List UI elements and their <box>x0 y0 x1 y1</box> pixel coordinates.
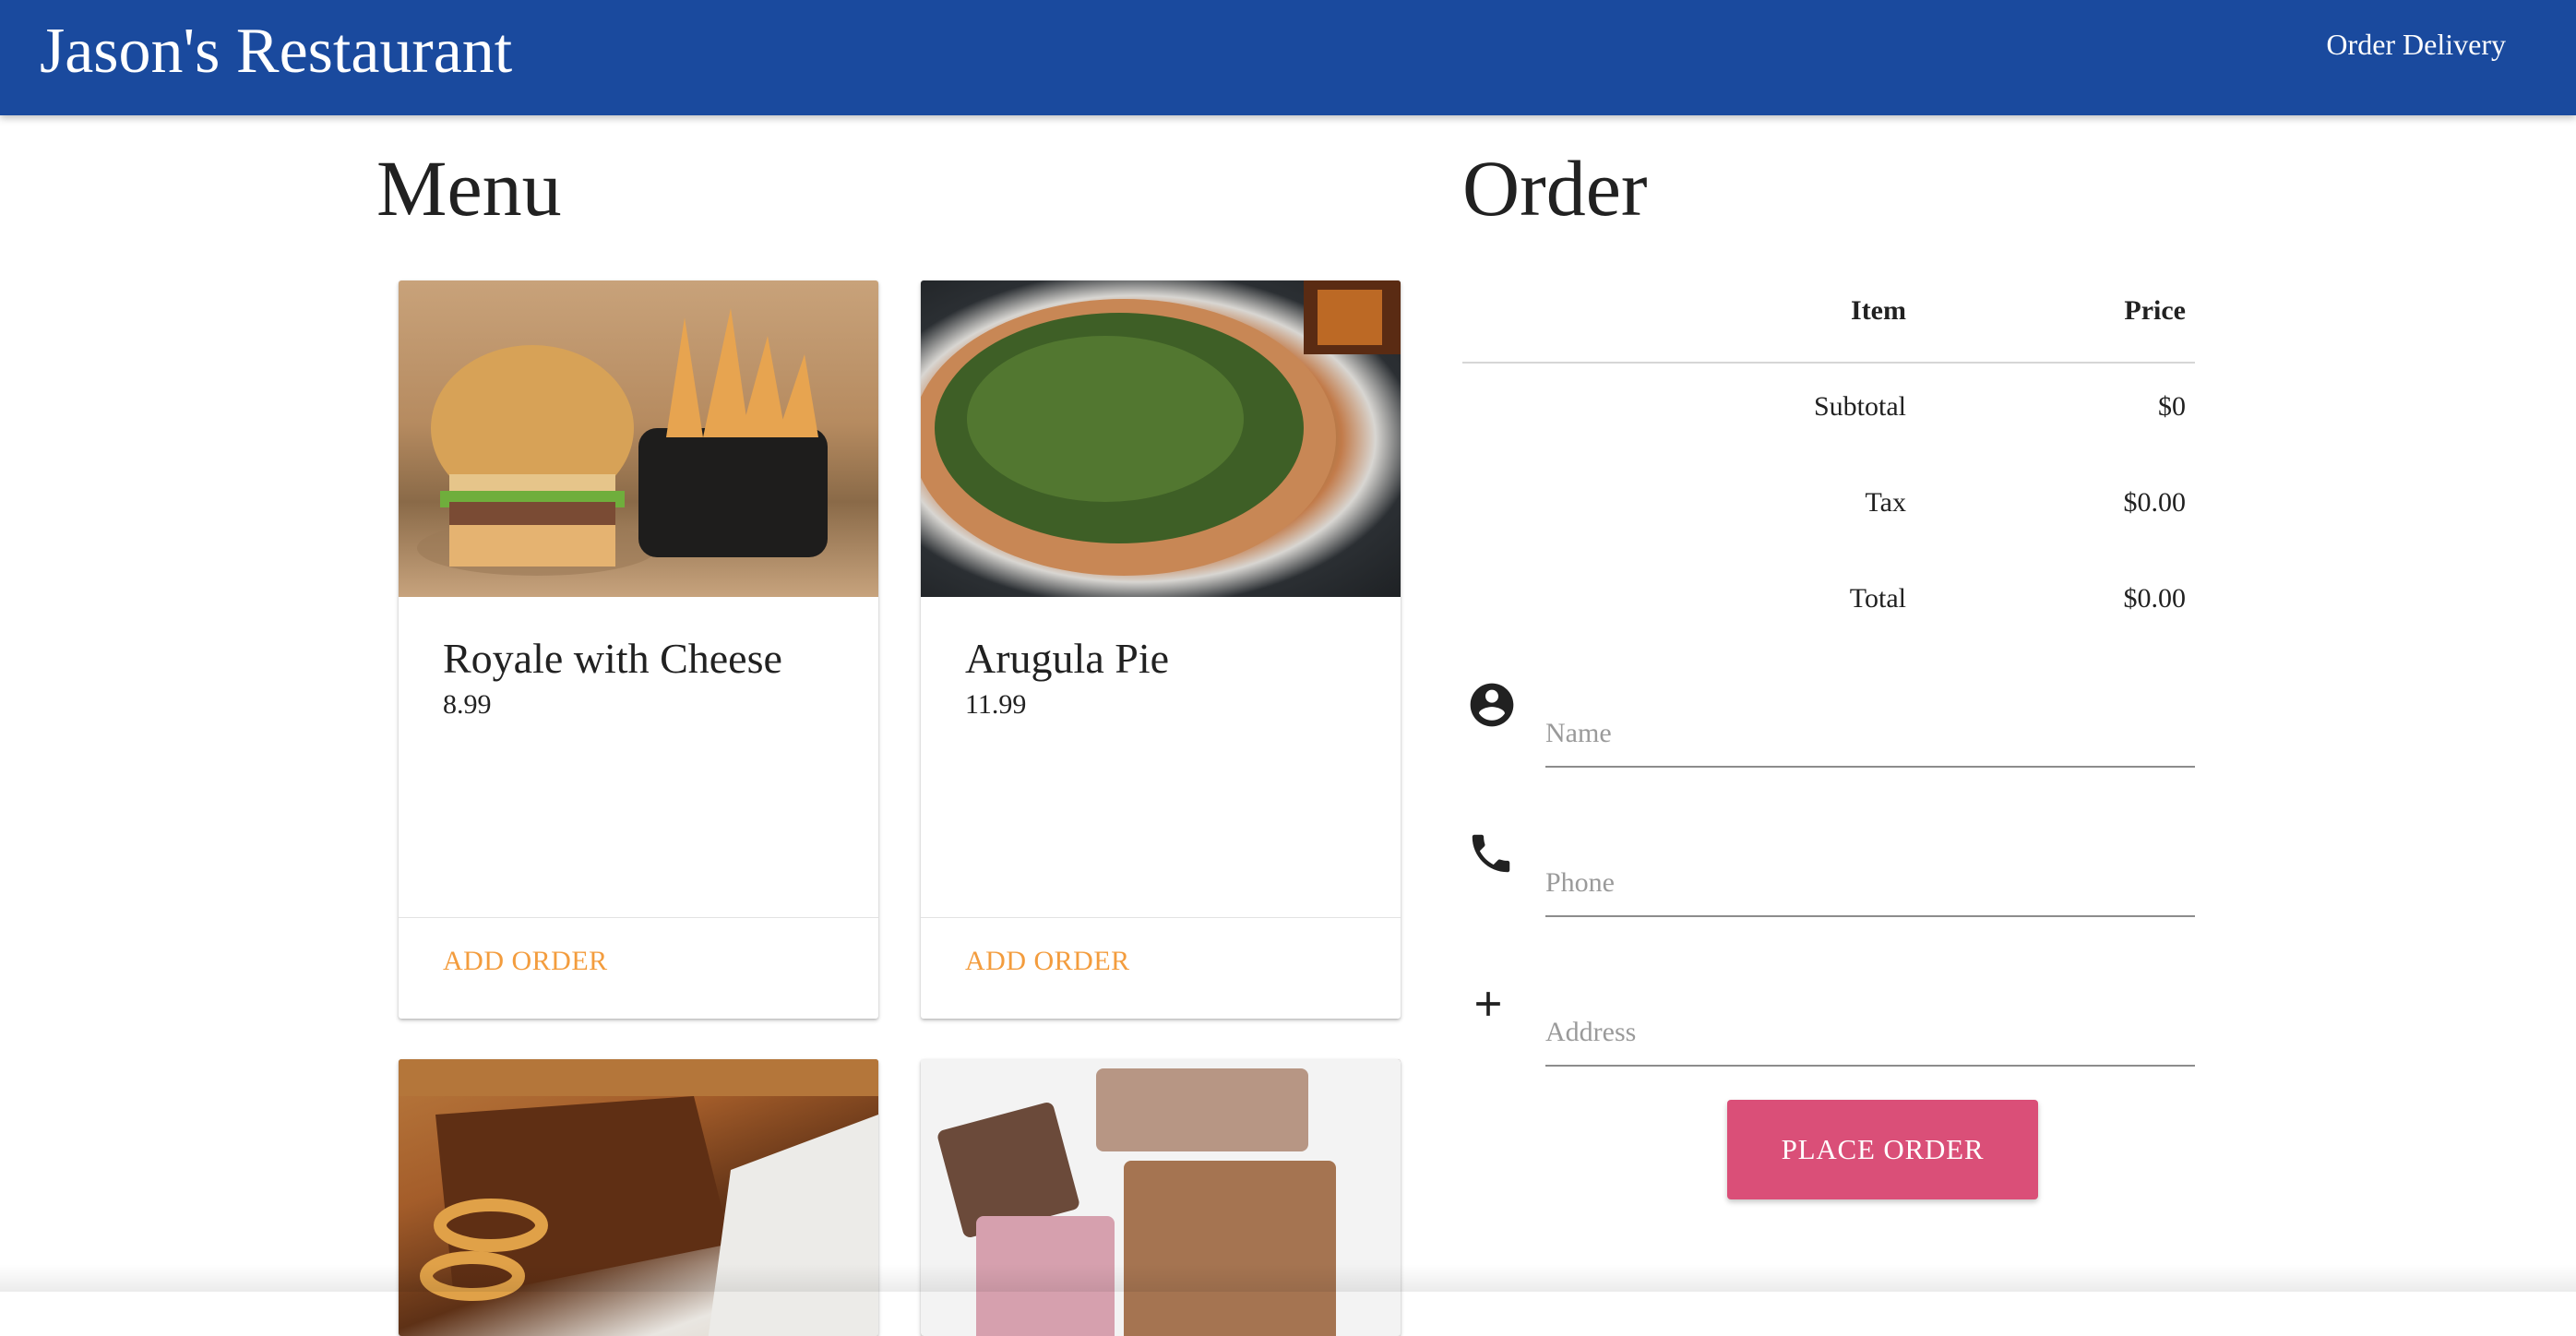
order-summary-table: Item Price Subtotal $0 Tax $0.00 Total $… <box>1462 277 2195 651</box>
add-order-button[interactable]: ADD ORDER <box>965 946 1130 977</box>
pizza-image <box>921 280 1401 597</box>
place-order-button[interactable]: PLACE ORDER <box>1727 1100 2038 1199</box>
order-title: Order <box>1462 144 1648 233</box>
name-field-row <box>1462 679 2195 781</box>
phone-input[interactable] <box>1545 851 2195 917</box>
subtotal-label: Subtotal <box>1813 391 1906 422</box>
address-field-row <box>1462 978 2195 1080</box>
item-column-header: Item <box>1851 295 1906 326</box>
phone-icon <box>1466 829 1521 884</box>
table-row: Tax $0.00 <box>1462 459 2195 555</box>
order-delivery-link[interactable]: Order Delivery <box>2326 26 2506 63</box>
phone-field-row <box>1462 829 2195 930</box>
menu-item-name: Royale with Cheese <box>443 635 782 682</box>
menu-card-royale: Royale with Cheese 8.99 ADD ORDER <box>399 280 878 1019</box>
tax-label: Tax <box>1865 487 1906 518</box>
menu-title: Menu <box>376 144 562 233</box>
tax-value: $0.00 <box>2123 487 2187 518</box>
app-bar: Jason's Restaurant Order Delivery <box>0 0 2576 115</box>
plus-icon <box>1468 984 1523 1039</box>
card-actions: ADD ORDER <box>921 917 1401 1019</box>
menu-item-name: Arugula Pie <box>965 635 1170 682</box>
ribs-image <box>399 1059 878 1336</box>
menu-card-ribs <box>399 1059 878 1336</box>
brand-title: Jason's Restaurant <box>40 16 513 87</box>
scroll-shadow <box>0 1264 2576 1292</box>
account-circle-icon <box>1466 679 1521 734</box>
name-input[interactable] <box>1545 701 2195 768</box>
table-header-row: Item Price <box>1462 277 2195 364</box>
menu-item-price: 8.99 <box>443 689 492 720</box>
add-order-button[interactable]: ADD ORDER <box>443 946 608 977</box>
total-label: Total <box>1849 583 1906 614</box>
address-input[interactable] <box>1545 1000 2195 1067</box>
price-column-header: Price <box>2124 295 2186 326</box>
table-row: Subtotal $0 <box>1462 364 2195 459</box>
dessert-image <box>921 1059 1401 1336</box>
card-actions: ADD ORDER <box>399 917 878 1019</box>
menu-card-dessert <box>921 1059 1401 1336</box>
burger-image <box>399 280 878 597</box>
menu-card-arugula: Arugula Pie 11.99 ADD ORDER <box>921 280 1401 1019</box>
table-row: Total $0.00 <box>1462 555 2195 651</box>
subtotal-value: $0 <box>2158 391 2186 422</box>
menu-item-price: 11.99 <box>965 689 1027 720</box>
total-value: $0.00 <box>2123 583 2187 614</box>
